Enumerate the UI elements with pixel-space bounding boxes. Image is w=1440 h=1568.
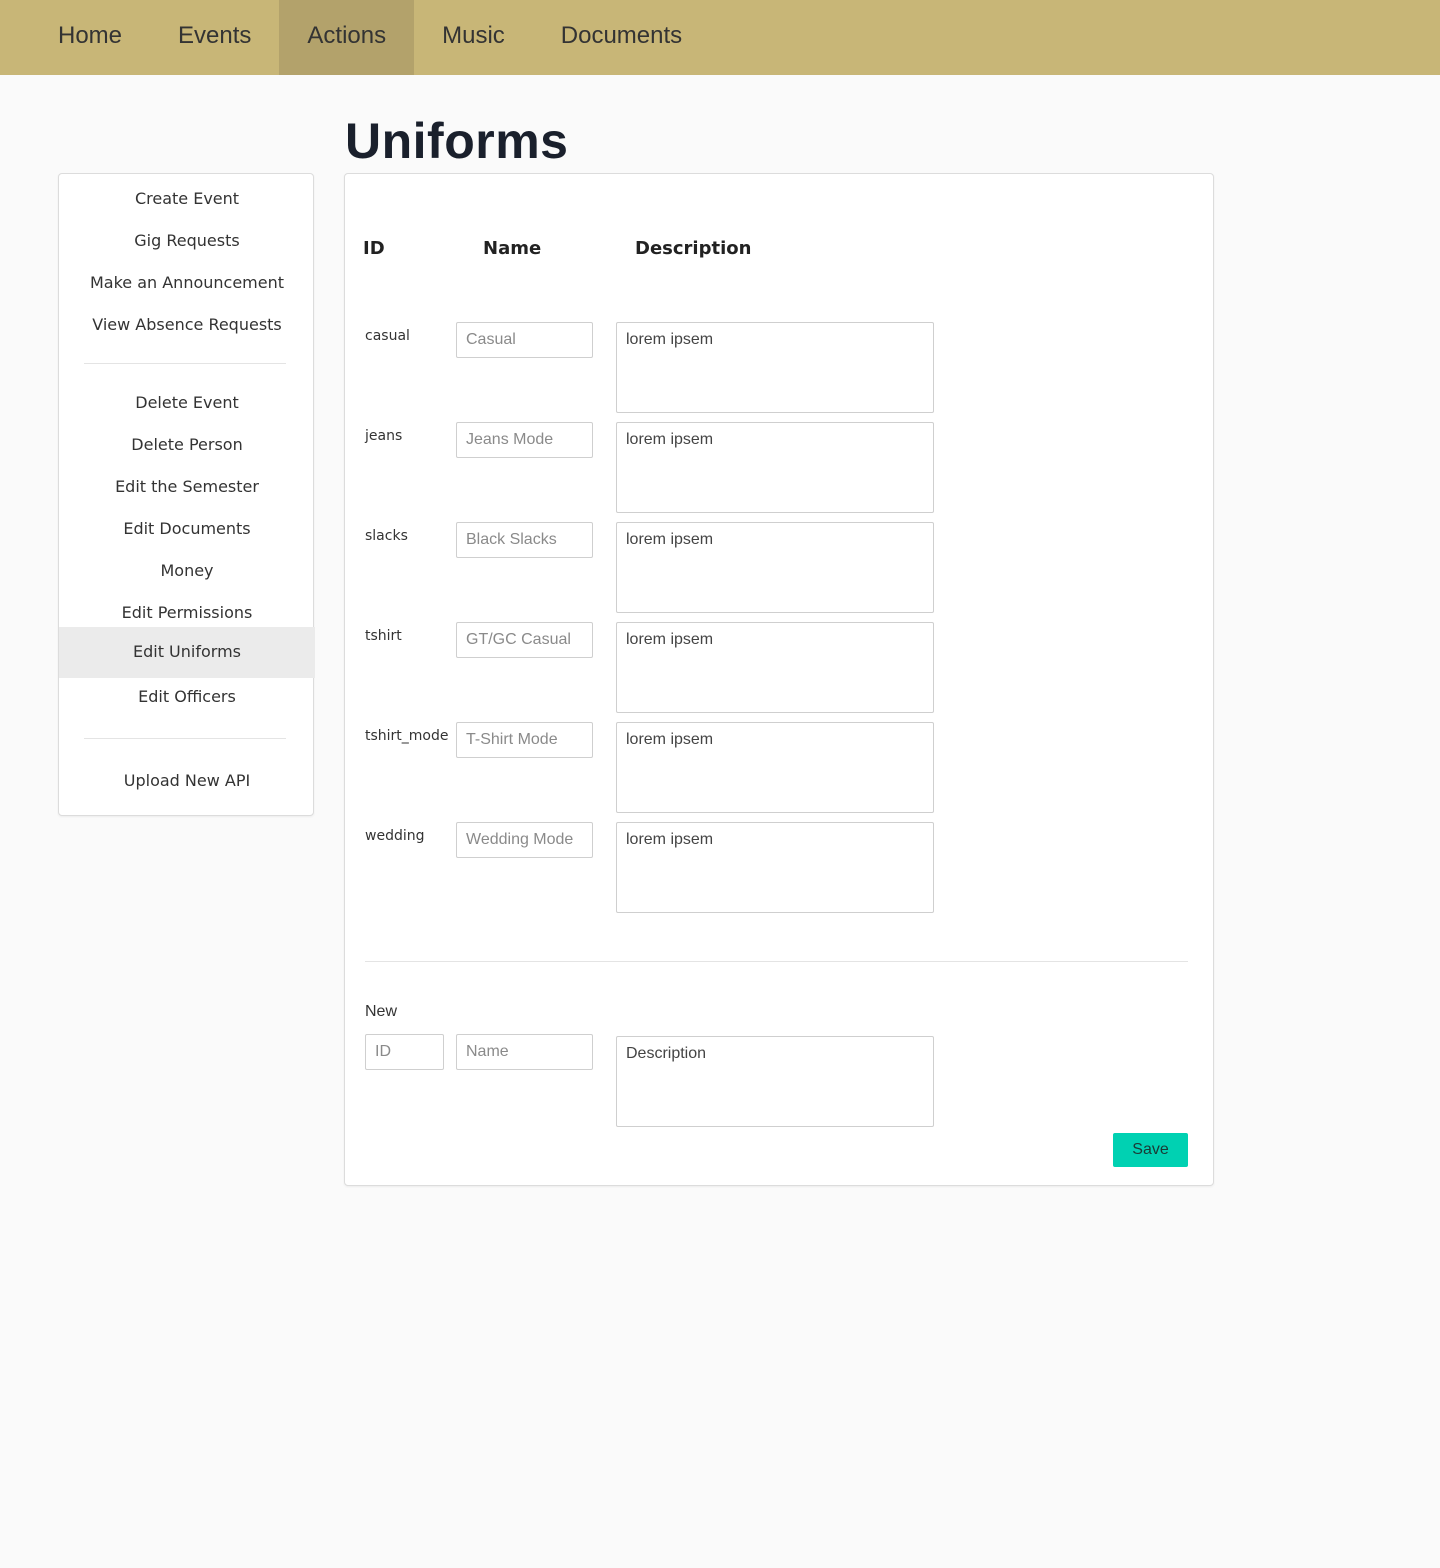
sidebar-divider xyxy=(84,363,286,364)
top-nav: Home Events Actions Music Documents xyxy=(0,0,1440,75)
uniform-id: jeans xyxy=(365,428,403,444)
nav-home[interactable]: Home xyxy=(30,0,150,75)
uniform-description-textarea[interactable] xyxy=(616,422,934,513)
uniform-id: slacks xyxy=(365,528,408,544)
uniform-description-textarea[interactable] xyxy=(616,722,934,813)
nav-events[interactable]: Events xyxy=(150,0,279,75)
uniform-id: tshirt_mode xyxy=(365,728,449,744)
uniform-name-input[interactable] xyxy=(456,322,593,358)
uniform-name-input[interactable] xyxy=(456,622,593,658)
new-uniform-name-input[interactable] xyxy=(456,1034,593,1070)
new-uniform-label: New xyxy=(365,1003,398,1020)
uniform-name-input[interactable] xyxy=(456,422,593,458)
nav-actions[interactable]: Actions xyxy=(279,0,415,75)
column-header-name: Name xyxy=(483,238,542,259)
uniforms-card: ID Name Description casual jeans slacks … xyxy=(344,173,1214,1186)
uniform-name-input[interactable] xyxy=(456,522,593,558)
card-divider xyxy=(365,961,1188,962)
sidebar-item-edit-officers[interactable]: Edit Officers xyxy=(59,672,315,722)
save-button[interactable]: Save xyxy=(1113,1133,1188,1167)
uniform-description-textarea[interactable] xyxy=(616,322,934,413)
nav-documents[interactable]: Documents xyxy=(533,0,710,75)
column-header-description: Description xyxy=(635,238,752,259)
uniform-description-textarea[interactable] xyxy=(616,622,934,713)
uniform-name-input[interactable] xyxy=(456,822,593,858)
sidebar-divider xyxy=(84,738,286,739)
sidebar-item-upload-new-api[interactable]: Upload New API xyxy=(59,756,315,806)
new-uniform-description-textarea[interactable] xyxy=(616,1036,934,1127)
uniform-id: tshirt xyxy=(365,628,402,644)
column-header-id: ID xyxy=(363,238,385,259)
uniform-description-textarea[interactable] xyxy=(616,822,934,913)
uniform-name-input[interactable] xyxy=(456,722,593,758)
uniform-description-textarea[interactable] xyxy=(616,522,934,613)
nav-music[interactable]: Music xyxy=(414,0,533,75)
new-uniform-id-input[interactable] xyxy=(365,1034,444,1070)
sidebar-item-edit-uniforms[interactable]: Edit Uniforms xyxy=(59,627,315,678)
uniform-id: wedding xyxy=(365,828,425,844)
page-title: Uniforms xyxy=(345,113,569,169)
sidebar-item-view-absence-requests[interactable]: View Absence Requests xyxy=(59,300,315,350)
sidebar: Create Event Gig Requests Make an Announ… xyxy=(58,173,315,816)
uniform-id: casual xyxy=(365,328,410,344)
